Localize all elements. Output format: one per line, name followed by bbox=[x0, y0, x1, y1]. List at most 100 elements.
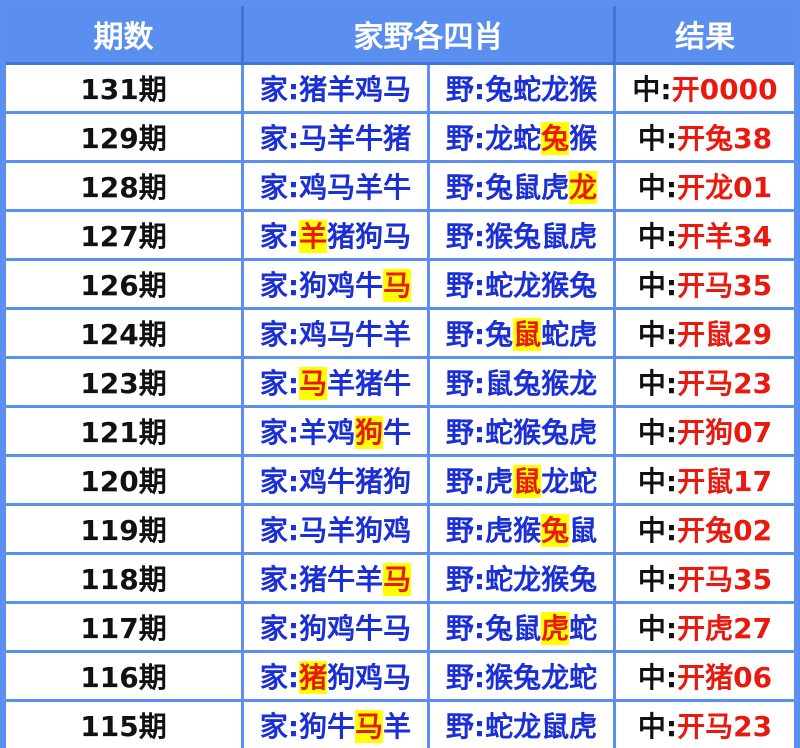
wild-zodiac-cell: 野:虎猴兔鼠 bbox=[430, 506, 616, 555]
home-zodiac: 牛 bbox=[327, 563, 356, 596]
result-cell: 中:开狗07 bbox=[616, 408, 794, 457]
home-prefix: 家: bbox=[259, 514, 300, 547]
period-cell: 128期 bbox=[6, 163, 244, 212]
home-zodiac: 猪 bbox=[327, 220, 356, 253]
wild-zodiac: 龙 bbox=[541, 73, 570, 106]
home-prefix: 家: bbox=[259, 367, 300, 400]
wild-prefix: 野: bbox=[445, 416, 486, 449]
period-cell: 126期 bbox=[6, 261, 244, 310]
home-prefix: 家: bbox=[259, 220, 300, 253]
wild-zodiac: 龙 bbox=[513, 269, 542, 302]
home-zodiac: 鸡 bbox=[327, 416, 356, 449]
wild-zodiac-hit: 鼠 bbox=[513, 318, 542, 351]
wild-zodiac: 兔 bbox=[485, 318, 514, 351]
wild-zodiac-cell: 野:蛇龙猴兔 bbox=[430, 261, 616, 310]
home-zodiac: 马 bbox=[383, 73, 412, 106]
wild-prefix: 野: bbox=[445, 465, 486, 498]
wild-prefix: 野: bbox=[445, 122, 486, 155]
period-cell: 120期 bbox=[6, 457, 244, 506]
period-cell: 119期 bbox=[6, 506, 244, 555]
result-prefix: 中: bbox=[632, 73, 672, 106]
wild-zodiac: 蛇 bbox=[569, 612, 598, 645]
home-prefix: 家: bbox=[259, 612, 300, 645]
wild-zodiac: 虎 bbox=[485, 465, 514, 498]
wild-zodiac: 鼠 bbox=[513, 171, 542, 204]
result-value: 开龙01 bbox=[677, 171, 773, 204]
wild-zodiac: 兔 bbox=[485, 612, 514, 645]
wild-zodiac-cell: 野:虎鼠龙蛇 bbox=[430, 457, 616, 506]
home-zodiac-hit: 马 bbox=[383, 563, 412, 596]
home-zodiac-cell: 家:猪狗鸡马 bbox=[244, 653, 430, 702]
wild-zodiac-cell: 野:兔鼠蛇虎 bbox=[430, 310, 616, 359]
result-value: 开狗07 bbox=[677, 416, 773, 449]
wild-prefix: 野: bbox=[445, 269, 486, 302]
wild-prefix: 野: bbox=[445, 318, 486, 351]
home-zodiac-cell: 家:羊鸡狗牛 bbox=[244, 408, 430, 457]
result-value: 开马23 bbox=[677, 710, 773, 743]
home-zodiac-hit: 马 bbox=[355, 710, 384, 743]
table-row: 129期 家:马羊牛猪 野:龙蛇兔猴 中:开兔38 bbox=[6, 114, 794, 163]
wild-zodiac: 鼠 bbox=[541, 710, 570, 743]
wild-zodiac: 兔 bbox=[541, 416, 570, 449]
result-cell: 中:开0000 bbox=[616, 65, 794, 114]
table-row: 119期 家:马羊狗鸡 野:虎猴兔鼠 中:开兔02 bbox=[6, 506, 794, 555]
table-row: 118期 家:猪牛羊马 野:蛇龙猴兔 中:开马35 bbox=[6, 555, 794, 604]
home-zodiac: 狗 bbox=[383, 465, 412, 498]
home-zodiac: 牛 bbox=[327, 465, 356, 498]
home-zodiac: 马 bbox=[383, 612, 412, 645]
result-value: 开0000 bbox=[671, 73, 778, 106]
period-cell: 123期 bbox=[6, 359, 244, 408]
home-zodiac: 猪 bbox=[299, 73, 328, 106]
home-prefix: 家: bbox=[259, 318, 300, 351]
wild-zodiac: 虎 bbox=[541, 171, 570, 204]
result-cell: 中:开兔02 bbox=[616, 506, 794, 555]
home-zodiac: 鸡 bbox=[355, 73, 384, 106]
home-zodiac: 鸡 bbox=[327, 269, 356, 302]
home-zodiac: 鸡 bbox=[327, 612, 356, 645]
home-zodiac: 狗 bbox=[355, 514, 384, 547]
wild-zodiac: 蛇 bbox=[569, 465, 598, 498]
wild-zodiac-hit: 虎 bbox=[541, 612, 570, 645]
result-cell: 中:开兔38 bbox=[616, 114, 794, 163]
home-prefix: 家: bbox=[259, 563, 300, 596]
wild-zodiac: 猴 bbox=[513, 514, 542, 547]
period-cell: 129期 bbox=[6, 114, 244, 163]
wild-zodiac: 蛇 bbox=[485, 710, 514, 743]
wild-zodiac-cell: 野:猴兔鼠虎 bbox=[430, 212, 616, 261]
period-cell: 115期 bbox=[6, 702, 244, 748]
result-cell: 中:开鼠17 bbox=[616, 457, 794, 506]
table-row: 120期 家:鸡牛猪狗 野:虎鼠龙蛇 中:开鼠17 bbox=[6, 457, 794, 506]
wild-zodiac-cell: 野:兔鼠虎龙 bbox=[430, 163, 616, 212]
home-zodiac: 马 bbox=[383, 661, 412, 694]
wild-zodiac: 蛇 bbox=[485, 269, 514, 302]
home-zodiac: 鸡 bbox=[383, 514, 412, 547]
table-row: 124期 家:鸡马牛羊 野:兔鼠蛇虎 中:开鼠29 bbox=[6, 310, 794, 359]
home-zodiac: 狗 bbox=[355, 220, 384, 253]
wild-zodiac: 蛇 bbox=[513, 122, 542, 155]
home-zodiac: 猪 bbox=[355, 367, 384, 400]
wild-prefix: 野: bbox=[445, 563, 486, 596]
home-zodiac: 鸡 bbox=[299, 465, 328, 498]
wild-zodiac-hit: 兔 bbox=[541, 514, 570, 547]
result-cell: 中:开马23 bbox=[616, 702, 794, 748]
result-prefix: 中: bbox=[637, 465, 678, 498]
home-prefix: 家: bbox=[259, 661, 300, 694]
period-cell: 131期 bbox=[6, 65, 244, 114]
wild-zodiac: 虎 bbox=[569, 318, 598, 351]
result-prefix: 中: bbox=[637, 563, 678, 596]
home-prefix: 家: bbox=[259, 73, 300, 106]
home-zodiac-cell: 家:狗牛马羊 bbox=[244, 702, 430, 748]
home-zodiac: 猪 bbox=[299, 563, 328, 596]
wild-zodiac-hit: 兔 bbox=[541, 122, 570, 155]
prediction-table: 期数 家野各四肖 结果 131期 家:猪羊鸡马 野:兔蛇龙猴 中:开0000 129期家… bbox=[6, 6, 794, 748]
wild-prefix: 野: bbox=[445, 514, 486, 547]
result-prefix: 中: bbox=[637, 661, 678, 694]
wild-zodiac: 龙 bbox=[541, 465, 570, 498]
home-prefix: 家: bbox=[259, 171, 300, 204]
header-row: 期数 家野各四肖 结果 bbox=[6, 6, 794, 65]
wild-prefix: 野: bbox=[445, 220, 486, 253]
home-zodiac-cell: 家:狗鸡牛马 bbox=[244, 604, 430, 653]
period-cell: 117期 bbox=[6, 604, 244, 653]
wild-zodiac: 鼠 bbox=[513, 612, 542, 645]
home-zodiac-cell: 家:猪羊鸡马 bbox=[244, 65, 430, 114]
